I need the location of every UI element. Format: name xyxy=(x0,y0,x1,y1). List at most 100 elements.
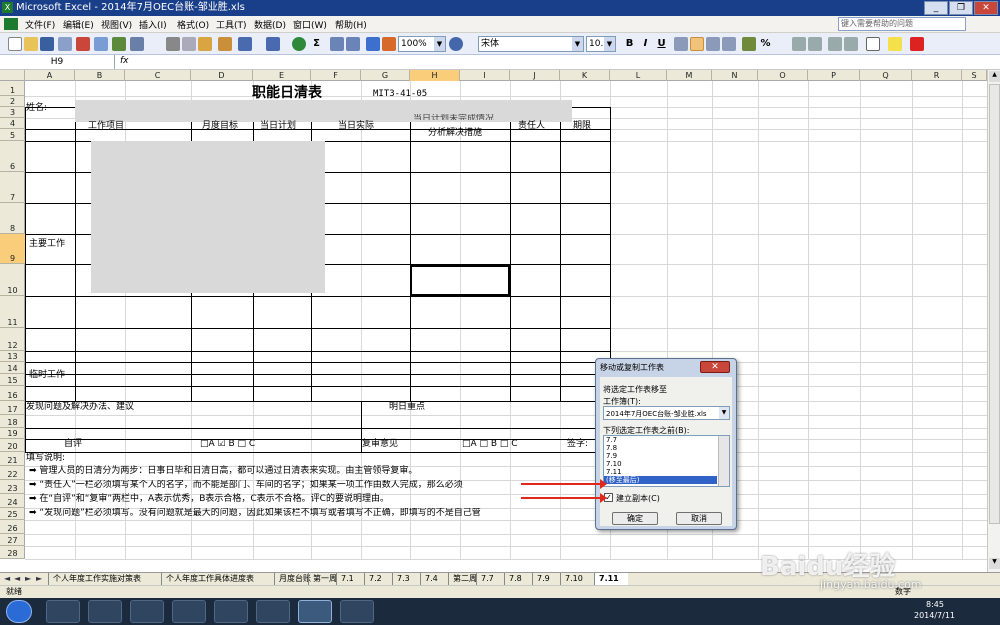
copy-icon[interactable] xyxy=(182,37,196,51)
sheet-tab[interactable]: 个人年度工作实施对策表 xyxy=(48,573,161,585)
help-icon[interactable] xyxy=(449,37,463,51)
redo-icon[interactable] xyxy=(266,37,280,51)
column-header-c[interactable]: C xyxy=(125,70,191,81)
format-painter-icon[interactable] xyxy=(218,37,232,51)
tab-scroll-last-icon[interactable]: ► xyxy=(36,573,42,585)
tab-scroll-prev-icon[interactable]: ◄ xyxy=(14,573,20,585)
help-search-input[interactable]: 键入需要帮助的问题 xyxy=(838,17,966,31)
row-header-22[interactable]: 22 xyxy=(0,466,25,480)
row-header-20[interactable]: 20 xyxy=(0,439,25,452)
increase-indent-icon[interactable] xyxy=(844,37,858,51)
borders-icon[interactable] xyxy=(866,37,880,51)
explorer-icon[interactable] xyxy=(88,600,122,623)
new-icon[interactable] xyxy=(8,37,22,51)
row-header-19[interactable]: 19 xyxy=(0,428,25,439)
decrease-indent-icon[interactable] xyxy=(828,37,842,51)
bold-button[interactable]: B xyxy=(622,36,637,51)
sheet-list-item[interactable]: 7.7 xyxy=(604,436,717,444)
after-effects-icon[interactable] xyxy=(172,600,206,623)
font-color-icon[interactable] xyxy=(910,37,924,51)
taskbar-app-icon[interactable] xyxy=(256,600,290,623)
autosum-button[interactable]: Σ xyxy=(309,36,324,51)
row-header-7[interactable]: 7 xyxy=(0,172,25,203)
workbook-icon[interactable] xyxy=(4,18,18,30)
column-header-r[interactable]: R xyxy=(912,70,962,81)
sort-ascending-icon[interactable] xyxy=(330,37,344,51)
sheet-list-item[interactable]: 7.9 xyxy=(604,452,717,460)
sheet-tab[interactable]: 7.9 xyxy=(532,573,560,585)
sheet-list-item[interactable]: 7.10 xyxy=(604,460,717,468)
sheet-tab[interactable]: 第一周 xyxy=(308,573,337,585)
row-header-6[interactable]: 6 xyxy=(0,141,25,172)
column-header-k[interactable]: K xyxy=(560,70,610,81)
column-header-m[interactable]: M xyxy=(667,70,712,81)
taskbar-app-icon[interactable] xyxy=(130,600,164,623)
vertical-scrollbar[interactable]: ▲ ▼ xyxy=(987,70,1000,572)
row-header-12[interactable]: 12 xyxy=(0,328,25,351)
menu-tools[interactable]: 工具(T) xyxy=(216,18,247,31)
sheet-tab[interactable]: 第二周 xyxy=(448,573,477,585)
column-header-j[interactable]: J xyxy=(510,70,560,81)
scroll-down-icon[interactable]: ▼ xyxy=(989,558,1000,569)
sheet-tab[interactable]: 7.8 xyxy=(504,573,532,585)
print-preview-icon[interactable] xyxy=(94,37,108,51)
permission-icon[interactable] xyxy=(58,37,72,51)
selected-cell-h9[interactable] xyxy=(410,265,510,296)
column-header-n[interactable]: N xyxy=(712,70,758,81)
row-header-10[interactable]: 10 xyxy=(0,264,25,296)
open-icon[interactable] xyxy=(24,37,38,51)
row-header-27[interactable]: 27 xyxy=(0,534,25,546)
row-header-16[interactable]: 16 xyxy=(0,386,25,401)
sheet-tab[interactable]: 7.11 xyxy=(594,573,628,585)
workbook-select[interactable]: 2014年7月OEC台账-邹业胜.xls ▼ xyxy=(603,406,730,420)
scroll-thumb[interactable] xyxy=(989,84,1000,524)
taskbar-app-icon[interactable] xyxy=(46,600,80,623)
row-header-18[interactable]: 18 xyxy=(0,415,25,428)
dialog-close-button[interactable]: ✕ xyxy=(700,361,730,373)
menu-format[interactable]: 格式(O) xyxy=(177,18,209,31)
drawing-icon[interactable] xyxy=(382,37,396,51)
column-header-d[interactable]: D xyxy=(191,70,253,81)
row-header-24[interactable]: 24 xyxy=(0,494,25,508)
research-icon[interactable] xyxy=(130,37,144,51)
tab-scroll-first-icon[interactable]: ◄ xyxy=(4,573,10,585)
menu-insert[interactable]: 插入(I) xyxy=(139,18,167,31)
menu-file[interactable]: 文件(F) xyxy=(25,18,55,31)
align-right-icon[interactable] xyxy=(706,37,720,51)
undo-icon[interactable] xyxy=(238,37,252,51)
row-header-5[interactable]: 5 xyxy=(0,129,25,141)
row-header-15[interactable]: 15 xyxy=(0,374,25,386)
restore-button[interactable]: ❐ xyxy=(949,1,973,15)
align-center-icon[interactable] xyxy=(690,37,704,51)
row-header-17[interactable]: 17 xyxy=(0,401,25,415)
row-header-21[interactable]: 21 xyxy=(0,452,25,466)
close-button[interactable]: ✕ xyxy=(974,1,998,15)
sheet-tab[interactable]: 月度台账 xyxy=(274,573,311,585)
taskbar-app-icon[interactable] xyxy=(214,600,248,623)
column-header-a[interactable]: A xyxy=(25,70,75,81)
minimize-button[interactable]: _ xyxy=(924,1,948,15)
save-icon[interactable] xyxy=(40,37,54,51)
sheet-listbox[interactable]: 7.7 7.8 7.9 7.10 7.11 (移至最后) xyxy=(603,435,730,487)
merge-center-icon[interactable] xyxy=(722,37,736,51)
column-header-h[interactable]: H xyxy=(410,70,460,81)
sheet-list-item[interactable]: 7.11 xyxy=(604,468,717,476)
sheet-tab[interactable]: 个人年度工作具体进度表 xyxy=(161,573,274,585)
sheet-tab[interactable]: 7.7 xyxy=(476,573,504,585)
sheet-tab[interactable]: 7.4 xyxy=(420,573,448,585)
row-header-8[interactable]: 8 xyxy=(0,203,25,234)
cut-icon[interactable] xyxy=(166,37,180,51)
decrease-decimal-icon[interactable] xyxy=(808,37,822,51)
row-header-1[interactable]: 1 xyxy=(0,81,25,96)
row-header-28[interactable]: 28 xyxy=(0,546,25,559)
hyperlink-icon[interactable] xyxy=(292,37,306,51)
select-all-corner[interactable] xyxy=(0,70,25,81)
function-icon[interactable]: fx xyxy=(120,56,129,66)
excel-task-icon[interactable] xyxy=(298,600,332,623)
column-header-o[interactable]: O xyxy=(758,70,808,81)
row-header-4[interactable]: 4 xyxy=(0,118,25,129)
percent-button[interactable]: % xyxy=(758,36,773,51)
fill-color-icon[interactable] xyxy=(888,37,902,51)
start-button[interactable] xyxy=(6,600,32,623)
column-header-s[interactable]: S xyxy=(962,70,987,81)
